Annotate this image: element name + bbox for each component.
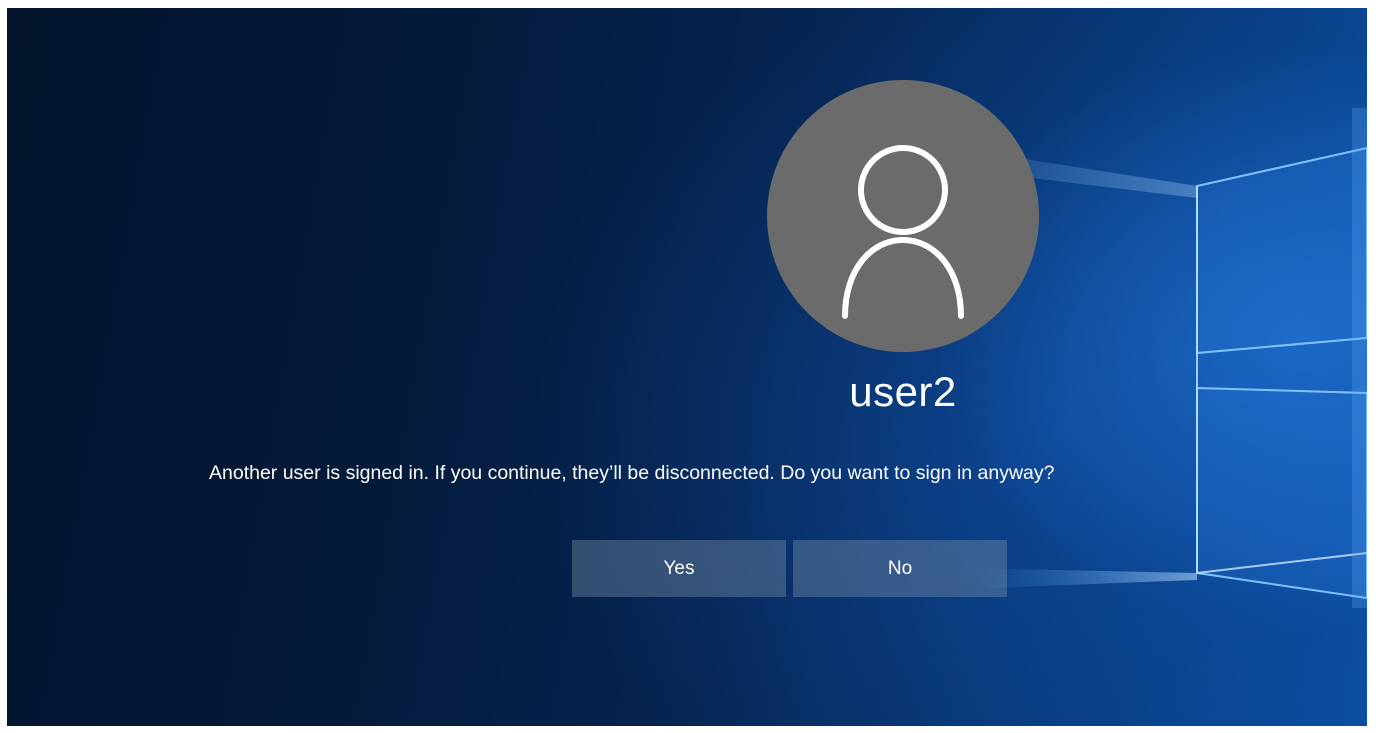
no-button[interactable]: No [793, 540, 1007, 597]
username: user2 [849, 368, 957, 415]
lock-screen: user2 Another user is signed in. If you … [7, 8, 1367, 726]
right-edge-glow [1352, 108, 1367, 608]
windows-wallpaper-light-beams [827, 108, 1367, 608]
windows-logo-pane-top [1196, 146, 1367, 355]
yes-button[interactable]: Yes [572, 540, 786, 597]
windows-logo-pane-bottom [1196, 386, 1367, 600]
sign-in-warning-message: Another user is signed in. If you contin… [209, 462, 1055, 484]
user-avatar [767, 80, 1039, 352]
user-silhouette-icon [842, 145, 964, 319]
